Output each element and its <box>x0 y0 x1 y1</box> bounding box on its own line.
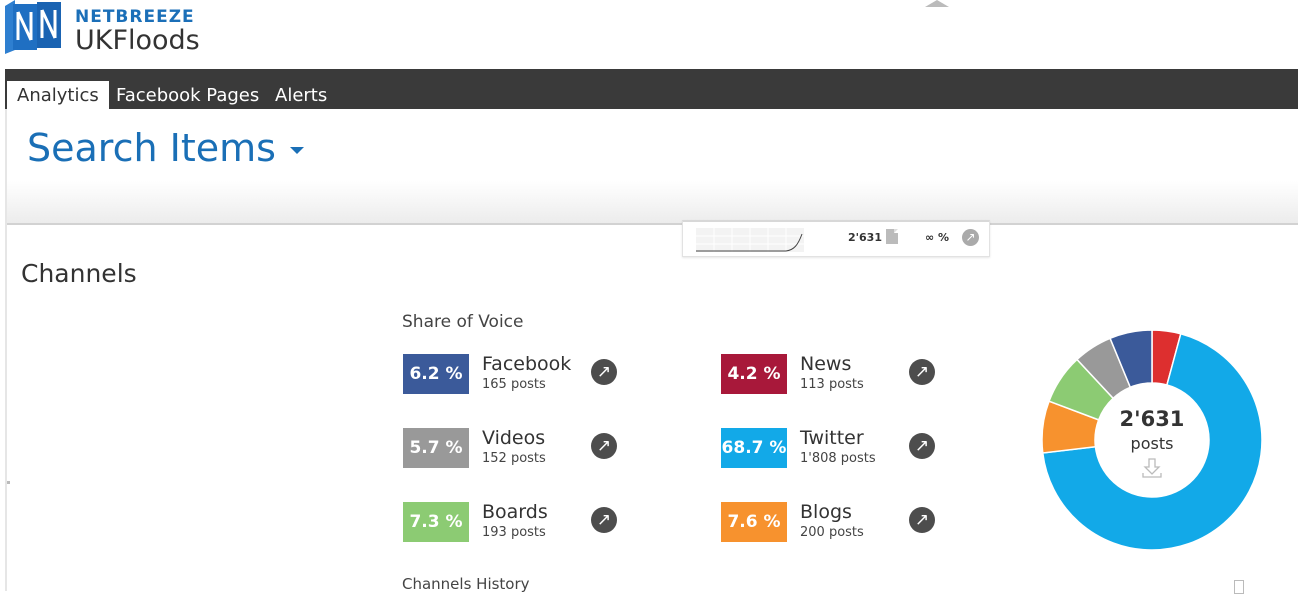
total-posts-count: 2'631 <box>848 231 882 244</box>
channels-history-title: Channels History <box>402 575 530 593</box>
section-title-channels: Channels <box>21 259 137 288</box>
tab-alerts[interactable]: Alerts <box>265 81 337 109</box>
channel-posts: 1'808 posts <box>800 451 876 466</box>
tab-facebook-pages[interactable]: Facebook Pages <box>106 81 269 109</box>
app-header: NETBREEZE UKFloods <box>0 0 1298 69</box>
channel-name: Videos <box>482 427 546 449</box>
chevron-down-icon <box>289 146 304 154</box>
channel-posts: 152 posts <box>482 451 546 466</box>
arrow-up-right-icon[interactable]: ↗ <box>591 433 617 459</box>
arrow-up-right-icon[interactable]: ↗ <box>962 229 979 246</box>
arrow-up-right-icon[interactable]: ↗ <box>591 359 617 385</box>
channel-blogs: 7.6 % Blogs 200 posts ↗ <box>721 501 981 543</box>
document-icon <box>886 229 898 244</box>
netbreeze-logo-icon <box>5 0 61 54</box>
tab-analytics[interactable]: Analytics <box>7 81 109 109</box>
download-icon[interactable] <box>1141 457 1163 479</box>
summary-panel: 2'631 ∞ % ↗ <box>682 220 990 257</box>
channel-name: Facebook <box>482 353 572 375</box>
share-of-voice-title: Share of Voice <box>402 312 524 332</box>
edge-handle <box>7 481 10 484</box>
percent-badge: 68.7 % <box>721 428 787 468</box>
channel-posts: 165 posts <box>482 377 546 392</box>
arrow-up-right-icon[interactable]: ↗ <box>909 359 935 385</box>
sparkline-chart <box>696 228 804 252</box>
channel-twitter: 68.7 % Twitter 1'808 posts ↗ <box>721 427 981 469</box>
arrow-up-right-icon[interactable]: ↗ <box>909 507 935 533</box>
channel-posts: 113 posts <box>800 377 864 392</box>
donut-center: 2'631 posts <box>1095 383 1209 497</box>
channel-news: 4.2 % News 113 posts ↗ <box>721 353 981 395</box>
channel-name: Boards <box>482 501 548 523</box>
page-content: Search Items 2'631 ∞ % ↗ Channels Share … <box>5 109 1298 594</box>
donut-label: posts <box>1130 434 1174 453</box>
project-name: UKFloods <box>75 25 200 56</box>
channel-name: Blogs <box>800 501 852 523</box>
toolbar-band <box>7 181 1298 225</box>
page-title: Search Items <box>27 126 276 170</box>
percent-badge: 6.2 % <box>403 354 469 394</box>
document-icon[interactable] <box>1234 580 1244 594</box>
arrow-up-right-icon[interactable]: ↗ <box>909 433 935 459</box>
donut-total: 2'631 <box>1119 407 1185 431</box>
channel-name: Twitter <box>800 427 864 449</box>
channel-name: News <box>800 353 852 375</box>
change-percent: ∞ % <box>925 231 950 244</box>
percent-badge: 7.6 % <box>721 502 787 542</box>
main-nav: Analytics Facebook Pages Alerts <box>5 69 1298 109</box>
arrow-up-right-icon[interactable]: ↗ <box>591 507 617 533</box>
brand-name: NETBREEZE <box>75 7 195 27</box>
channel-facebook: 6.2 % Facebook 165 posts ↗ <box>403 353 663 395</box>
percent-badge: 4.2 % <box>721 354 787 394</box>
channel-posts: 200 posts <box>800 525 864 540</box>
channel-boards: 7.3 % Boards 193 posts ↗ <box>403 501 663 543</box>
percent-badge: 5.7 % <box>403 428 469 468</box>
channel-videos: 5.7 % Videos 152 posts ↗ <box>403 427 663 469</box>
channel-posts: 193 posts <box>482 525 546 540</box>
collapse-caret-icon[interactable] <box>925 0 949 7</box>
percent-badge: 7.3 % <box>403 502 469 542</box>
search-items-dropdown[interactable]: Search Items <box>27 123 304 173</box>
